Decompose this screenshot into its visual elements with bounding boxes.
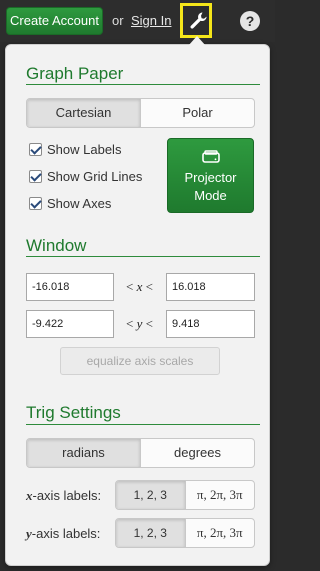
help-button[interactable]: ?: [240, 11, 260, 31]
trig-settings-heading: Trig Settings: [26, 403, 121, 422]
show-axes-row[interactable]: Show Axes: [29, 196, 111, 211]
y-inequality: < y <: [126, 316, 153, 331]
y-axis-labels-label: y-axis labels:: [26, 526, 101, 541]
show-labels-label: Show Labels: [47, 142, 122, 157]
projector-mode-button[interactable]: Projector Mode: [167, 138, 254, 213]
projector-icon: [202, 150, 220, 163]
graph-settings-panel: Graph Paper Cartesian Polar Show Labels …: [5, 44, 270, 566]
show-grid-lines-row[interactable]: Show Grid Lines: [29, 169, 142, 184]
x-axis-labels-toggle: 1, 2, 3 π, 2π, 3π: [115, 480, 255, 510]
coordinate-mode-toggle: Cartesian Polar: [26, 98, 255, 128]
projector-label-line2: Mode: [194, 188, 227, 203]
window-heading: Window: [26, 236, 87, 255]
create-account-button[interactable]: Create Account: [6, 7, 103, 35]
polar-option[interactable]: Polar: [141, 99, 254, 127]
show-labels-row[interactable]: Show Labels: [29, 142, 121, 157]
y-max-input[interactable]: 9.418: [166, 310, 255, 338]
wrench-icon: [190, 12, 207, 29]
y-axis-labels-toggle: 1, 2, 3 π, 2π, 3π: [115, 518, 255, 548]
show-grid-lines-checkbox[interactable]: [29, 170, 42, 183]
top-bar: Create Account or Sign In ?: [0, 0, 275, 42]
angle-mode-toggle: radians degrees: [26, 438, 255, 468]
y-axis-pi-option[interactable]: π, 2π, 3π: [186, 519, 255, 547]
x-max-input[interactable]: 16.018: [166, 273, 255, 301]
graph-paper-heading: Graph Paper: [26, 64, 124, 83]
show-axes-checkbox[interactable]: [29, 197, 42, 210]
cartesian-option[interactable]: Cartesian: [27, 99, 141, 127]
x-axis-pi-option[interactable]: π, 2π, 3π: [186, 481, 255, 509]
show-axes-label: Show Axes: [47, 196, 112, 211]
equalize-axis-scales-button[interactable]: equalize axis scales: [60, 347, 220, 375]
x-axis-labels-label: x-axis labels:: [26, 488, 102, 503]
trig-settings-divider: [26, 424, 260, 425]
show-labels-checkbox[interactable]: [29, 143, 42, 156]
x-axis-numeric-option[interactable]: 1, 2, 3: [116, 481, 186, 509]
y-variable: y: [136, 316, 143, 331]
x-variable: x: [136, 279, 143, 294]
projector-label-line1: Projector: [184, 170, 237, 185]
degrees-option[interactable]: degrees: [141, 439, 254, 467]
window-divider: [26, 256, 260, 257]
graph-settings-button[interactable]: [180, 3, 212, 38]
or-text: or: [112, 13, 124, 28]
radians-option[interactable]: radians: [27, 439, 141, 467]
graph-paper-divider: [26, 84, 260, 85]
show-grid-lines-label: Show Grid Lines: [47, 169, 143, 184]
panel-pointer: [188, 36, 206, 46]
x-min-input[interactable]: -16.018: [26, 273, 114, 301]
sign-in-link[interactable]: Sign In: [131, 13, 171, 28]
y-min-input[interactable]: -9.422: [26, 310, 114, 338]
question-icon: ?: [245, 13, 255, 29]
x-inequality: < x <: [126, 279, 153, 294]
y-axis-numeric-option[interactable]: 1, 2, 3: [116, 519, 186, 547]
